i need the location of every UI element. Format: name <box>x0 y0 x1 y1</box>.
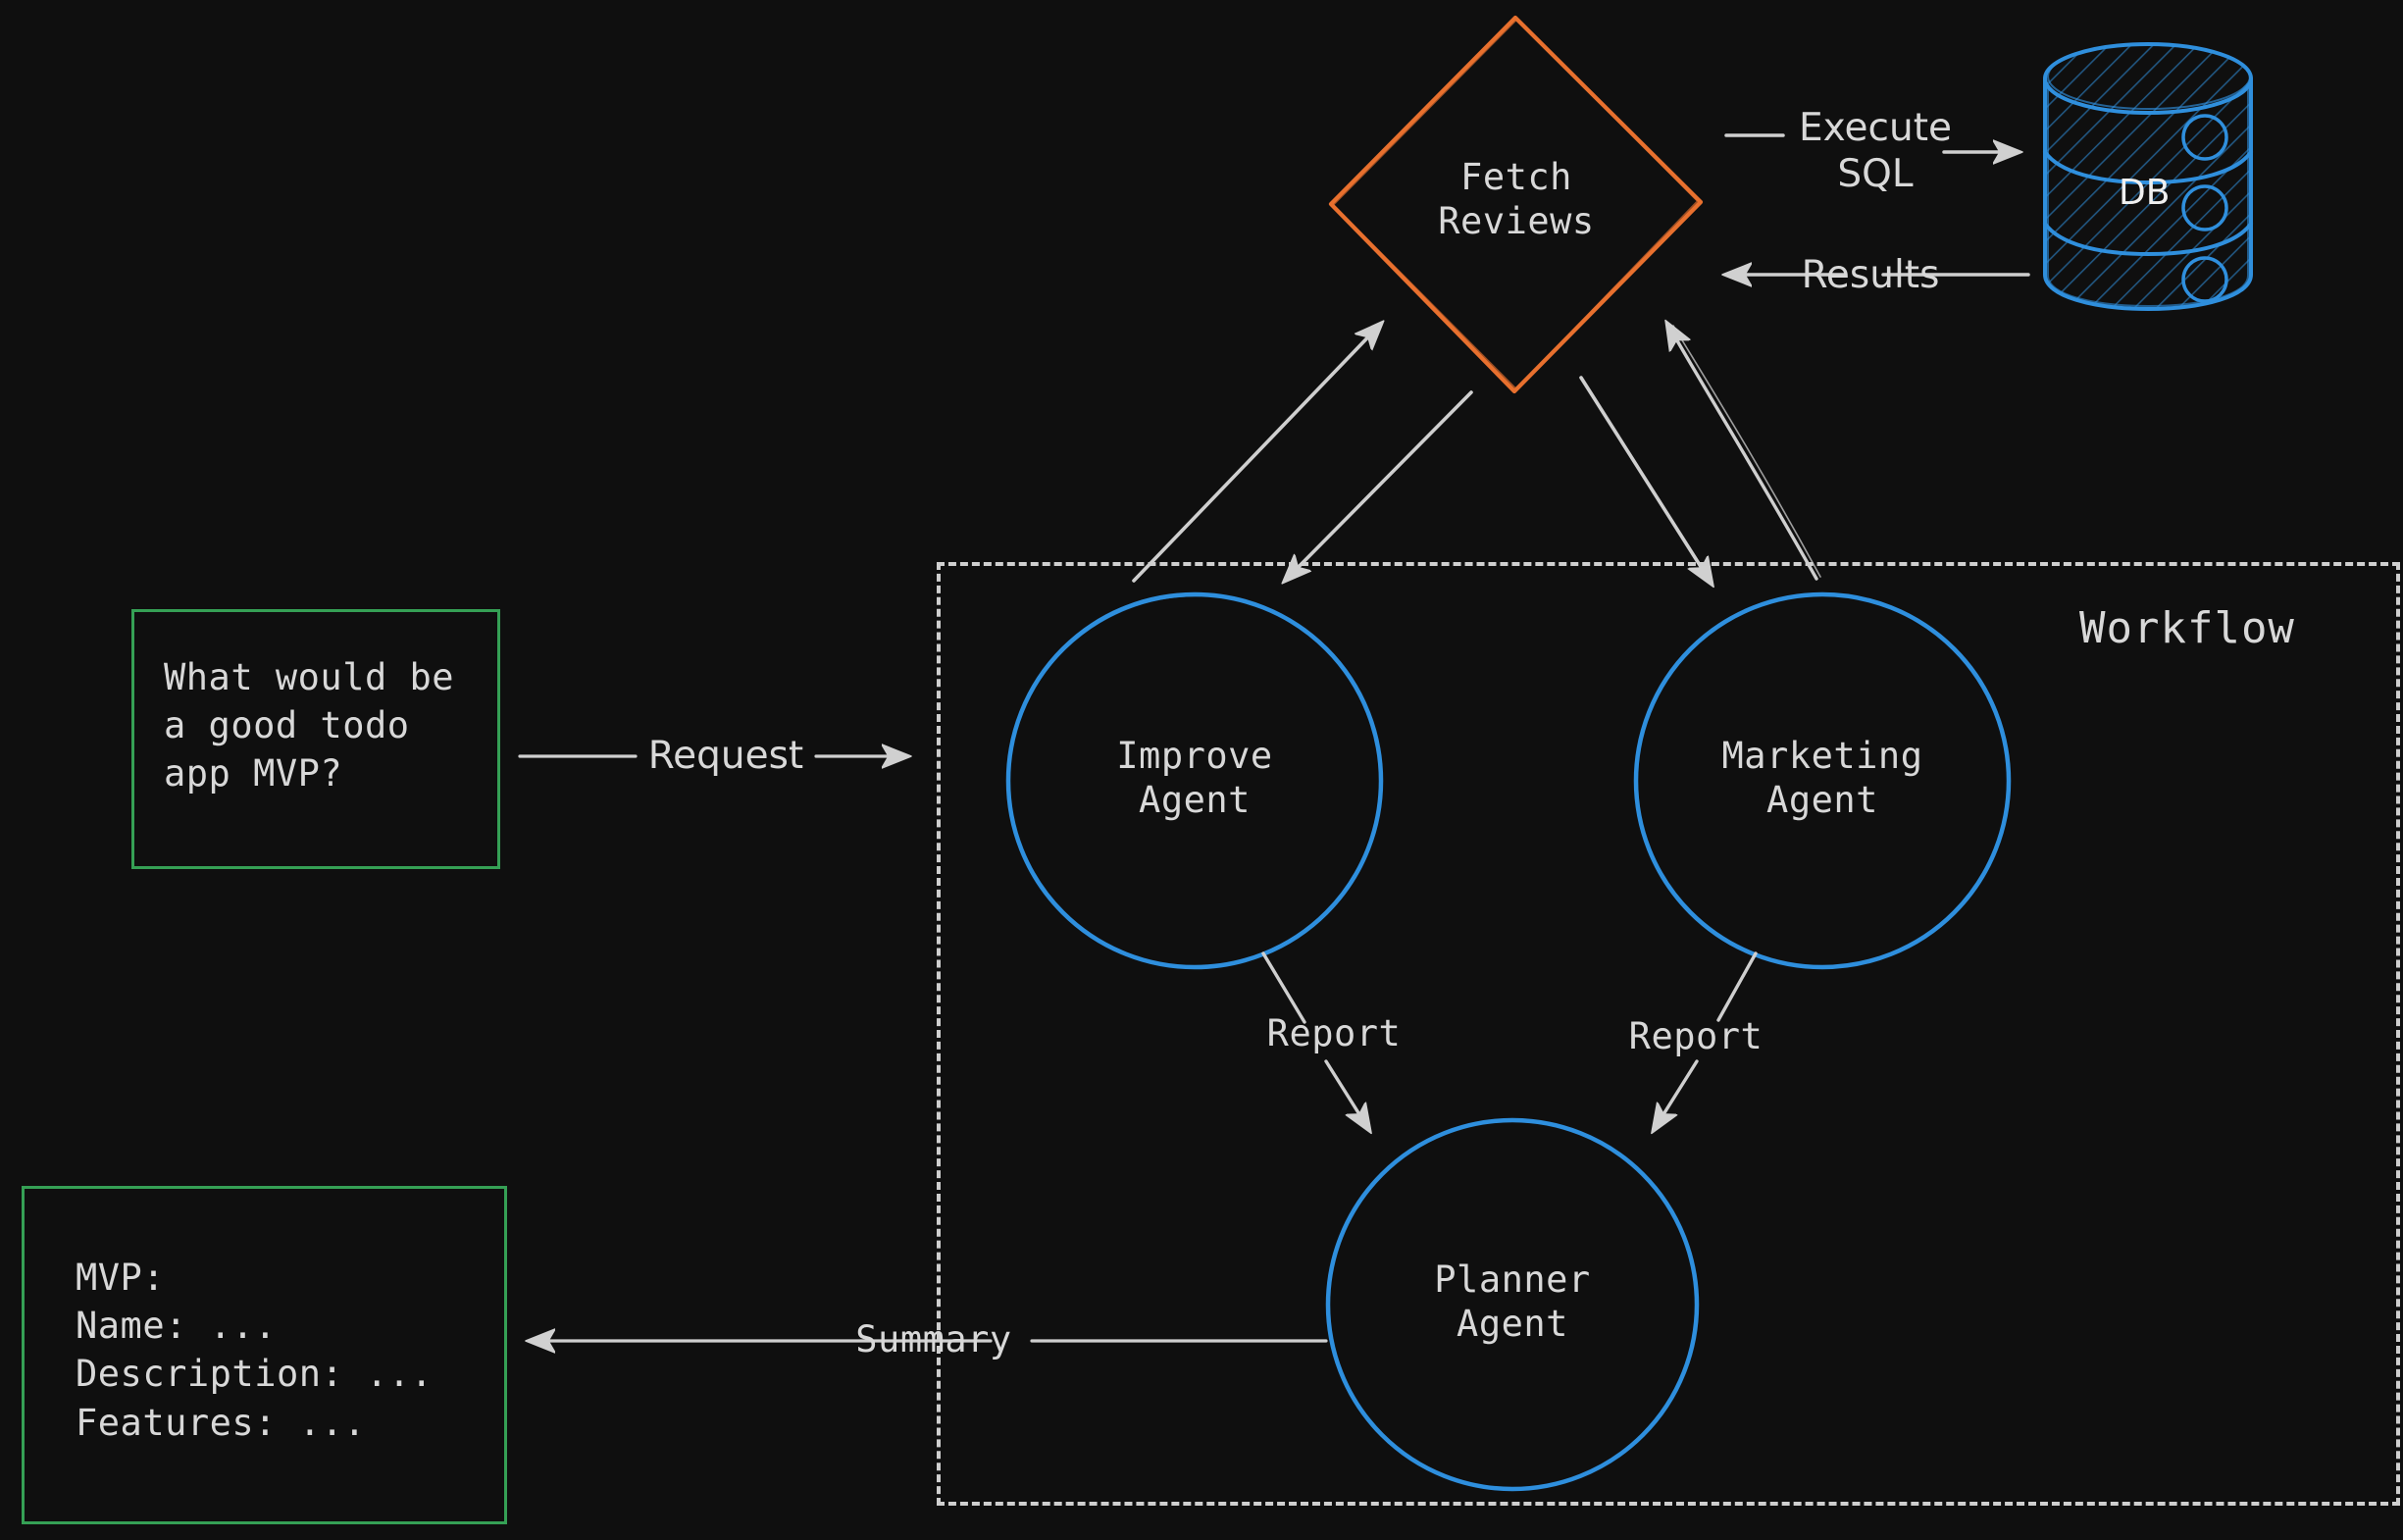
database-label: DB <box>2119 173 2171 213</box>
edge-label-results: Results <box>1801 253 1940 297</box>
diagram-canvas: Workflow Fetch Reviews DB Improve Agent … <box>0 0 2403 1540</box>
input-box[interactable]: What would be a good todo app MVP? <box>131 609 500 869</box>
edge-marketing-to-fetch <box>1667 324 1821 581</box>
edge-fetch-to-improve <box>1285 390 1473 581</box>
edge-label-improve-report: Report <box>1266 1012 1402 1054</box>
fetch-reviews-diamond[interactable] <box>1328 15 1704 394</box>
edge-improve-to-fetch <box>1132 324 1381 583</box>
edge-label-request: Request <box>647 734 804 778</box>
edge-label-summary: Summary <box>855 1318 1012 1360</box>
workflow-title: Workflow <box>2079 603 2295 653</box>
output-box-text: MVP: Name: ... Description: ... Features… <box>76 1257 434 1444</box>
edge-fetch-to-marketing <box>1579 376 1712 584</box>
edge-label-marketing-report: Report <box>1628 1015 1764 1057</box>
input-box-text: What would be a good todo app MVP? <box>164 656 455 796</box>
edge-label-execute-sql: Execute SQL <box>1799 106 1952 196</box>
output-box[interactable]: MVP: Name: ... Description: ... Features… <box>22 1186 507 1524</box>
